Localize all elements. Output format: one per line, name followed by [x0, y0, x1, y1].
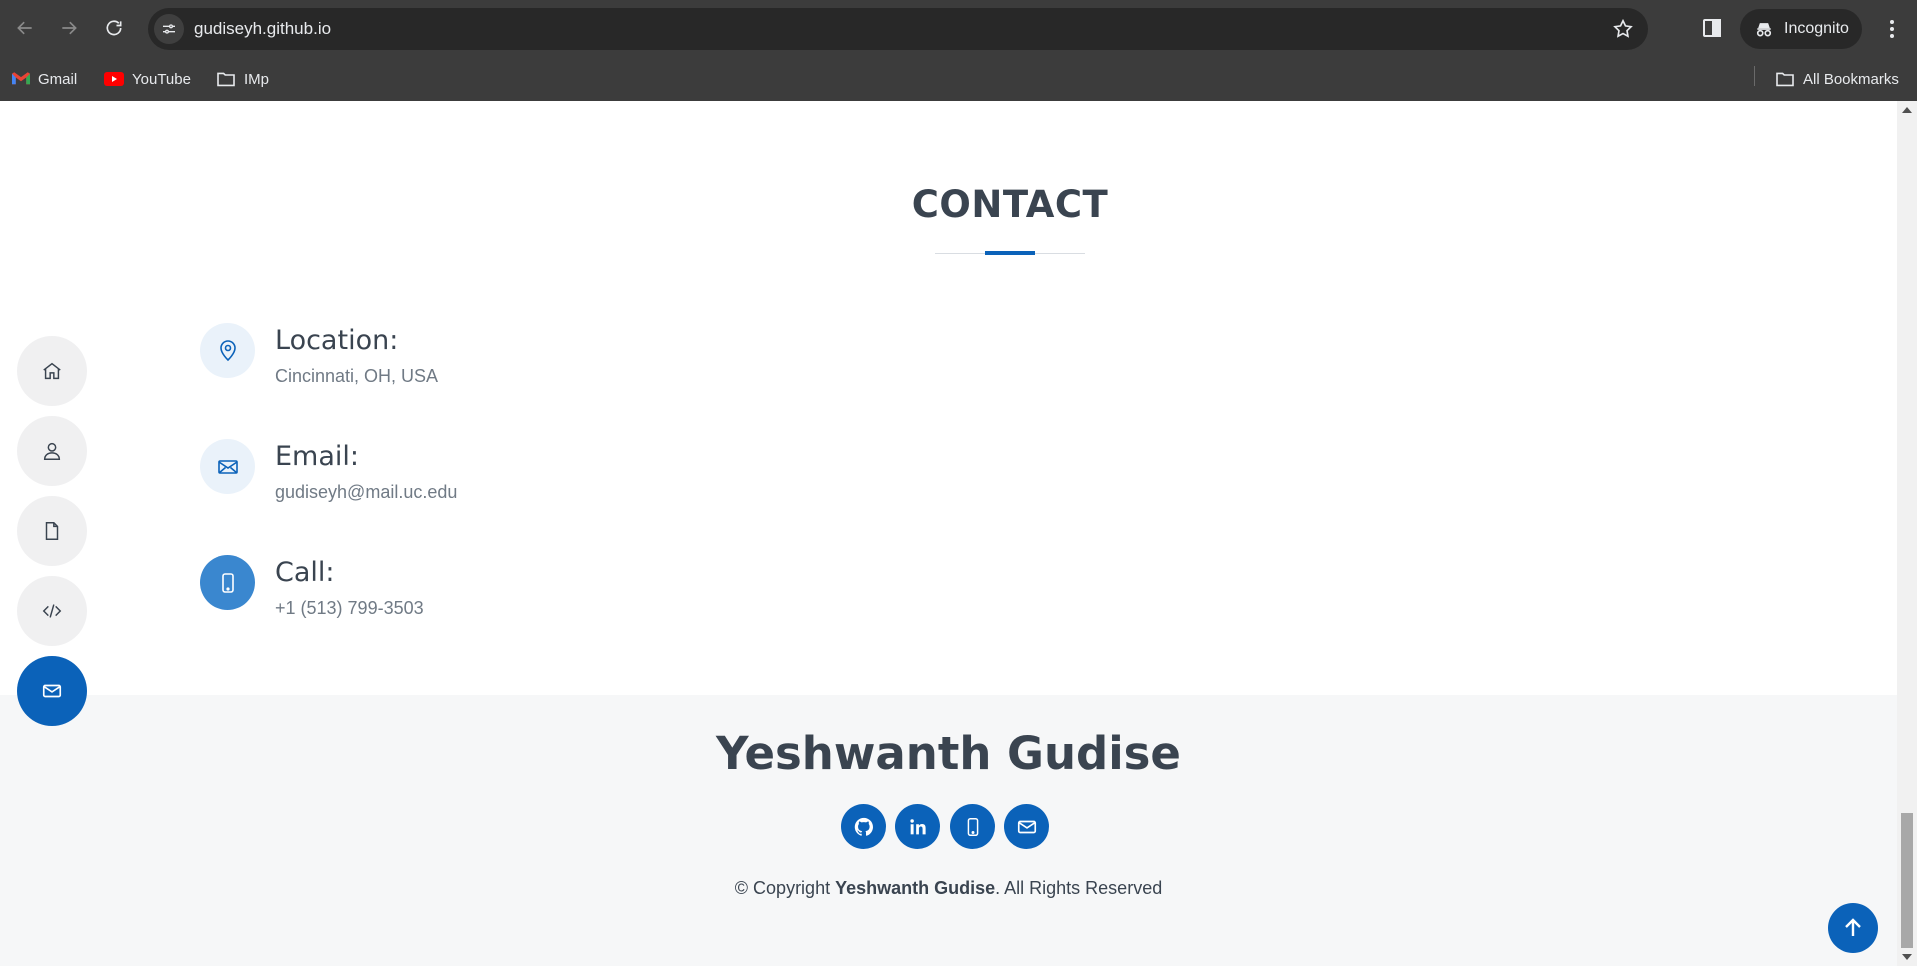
arrow-left-icon: [17, 21, 32, 35]
nav-home-button[interactable]: [17, 336, 87, 406]
contact-value[interactable]: gudiseyh@mail.uc.edu: [275, 482, 457, 503]
bookmarks-bar: Gmail YouTube IMp All Bookmarks: [0, 58, 1917, 101]
home-icon: [43, 362, 61, 380]
envelope-icon: [200, 439, 255, 494]
contact-label: Call:: [275, 557, 335, 588]
footer-name: Yeshwanth Gudise: [716, 727, 1181, 780]
folder-icon: [217, 72, 235, 87]
linkedin-link[interactable]: [895, 804, 940, 849]
nav-resume-button[interactable]: [17, 496, 87, 566]
bookmark-imp[interactable]: IMp: [216, 66, 269, 92]
contact-email: Email: gudiseyh@mail.uc.edu: [200, 439, 800, 519]
section-title: CONTACT: [911, 183, 1109, 226]
contact-value[interactable]: +1 (513) 799-3503: [275, 598, 424, 619]
contact-label: Email:: [275, 441, 360, 472]
github-link[interactable]: [841, 804, 886, 849]
all-bookmarks-label: All Bookmarks: [1803, 70, 1899, 88]
bookmark-label: YouTube: [132, 70, 191, 88]
reload-button[interactable]: [97, 11, 131, 45]
bookmark-star-icon[interactable]: [1612, 18, 1634, 40]
arrow-right-icon: [62, 21, 77, 35]
nav-about-button[interactable]: [17, 416, 87, 486]
contact-location: Location: Cincinnati, OH, USA: [200, 323, 800, 403]
linkedin-icon: [909, 818, 926, 834]
bookmarks-divider: [1754, 66, 1755, 86]
copyright-name: Yeshwanth Gudise: [835, 878, 996, 898]
youtube-icon: [104, 72, 124, 86]
site-info-icon[interactable]: [154, 14, 184, 44]
all-bookmarks[interactable]: All Bookmarks: [1775, 66, 1899, 92]
contact-value: Cincinnati, OH, USA: [275, 366, 439, 386]
map-pin-icon: [200, 323, 255, 378]
reload-icon: [106, 20, 122, 36]
nav-contact-button[interactable]: [17, 656, 87, 726]
footer: Yeshwanth Gudise © Copyright Yeshwanth G…: [0, 695, 1897, 966]
arrow-up-icon: [1845, 918, 1861, 936]
scroll-thumb[interactable]: [1901, 813, 1913, 948]
email-link[interactable]: [1004, 804, 1049, 849]
scroll-down-arrow-icon[interactable]: [1902, 954, 1912, 960]
file-icon: [45, 522, 59, 540]
github-icon: [854, 817, 873, 836]
contact-label: Location:: [275, 325, 399, 356]
incognito-icon: [1756, 23, 1772, 37]
nav-projects-button[interactable]: [17, 576, 87, 646]
phone-icon: [967, 817, 978, 836]
page-scrollbar[interactable]: [1897, 101, 1917, 966]
bookmark-label: Gmail: [38, 70, 78, 88]
incognito-label: Incognito: [1784, 20, 1849, 37]
browser-chrome: gudiseyh.github.io Incognito Gmail YouTu…: [0, 0, 1917, 101]
code-icon: [42, 604, 62, 618]
back-to-top-button[interactable]: [1828, 903, 1878, 953]
back-button[interactable]: [8, 11, 42, 45]
contact-call: Call: +1 (513) 799-3503: [200, 555, 800, 635]
side-panel-icon[interactable]: [1700, 16, 1724, 40]
scroll-up-arrow-icon[interactable]: [1902, 107, 1912, 113]
copyright-suffix: . All Rights Reserved: [995, 878, 1163, 898]
url-text: gudiseyh.github.io: [194, 19, 332, 38]
forward-button[interactable]: [52, 11, 86, 45]
bookmark-youtube[interactable]: YouTube: [104, 66, 191, 92]
more-menu-icon[interactable]: [1880, 17, 1904, 41]
copyright-prefix: © Copyright: [734, 878, 836, 898]
gmail-icon: [12, 72, 30, 85]
phone-icon: [200, 555, 255, 610]
user-icon: [43, 442, 61, 460]
page-content: CONTACT Location: Cincinnati, OH, USA Em…: [0, 101, 1897, 966]
title-accent-bar: [985, 251, 1035, 255]
envelope-icon: [1017, 820, 1036, 833]
browser-toolbar: gudiseyh.github.io Incognito: [0, 0, 1917, 58]
envelope-icon: [42, 684, 62, 698]
incognito-badge[interactable]: Incognito: [1740, 9, 1862, 49]
address-bar[interactable]: gudiseyh.github.io: [148, 8, 1648, 50]
folder-icon: [1776, 72, 1794, 87]
copyright-text: © Copyright Yeshwanth Gudise. All Rights…: [0, 878, 1897, 899]
bookmark-label: IMp: [244, 70, 270, 88]
bookmark-gmail[interactable]: Gmail: [12, 66, 77, 92]
phone-link[interactable]: [950, 804, 995, 849]
